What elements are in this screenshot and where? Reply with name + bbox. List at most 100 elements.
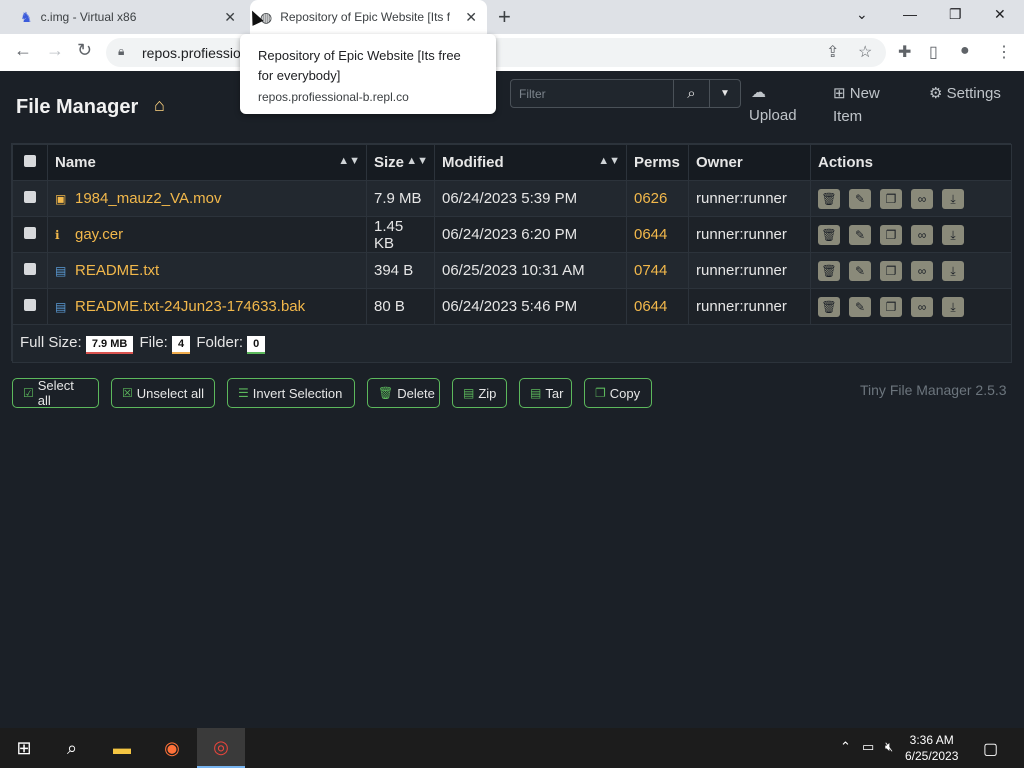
file-perms-link[interactable]: 0644 [626, 288, 689, 325]
trash-icon[interactable]: 🗑︎ [818, 224, 840, 245]
column-size[interactable]: Size ▲▼ [366, 144, 435, 181]
upload-link[interactable]: ☁ Upload [749, 81, 797, 127]
menu-kebab-icon[interactable]: ⋮ [996, 42, 1012, 62]
file-name-link[interactable]: README.txt-24Jun23-174633.bak [75, 298, 305, 315]
search-icon[interactable]: ⌕ [48, 728, 96, 768]
row-checkbox[interactable] [24, 263, 36, 275]
browser-toolbar: ← → ↻ 🔒︎ repos.profiessio ⇪ ☆ ✚ ▯ ● ⋮ [0, 34, 1024, 71]
minimize-button[interactable]: — [903, 6, 917, 22]
download-icon[interactable]: ⤓ [942, 260, 964, 281]
file-name-link[interactable]: README.txt [75, 262, 159, 279]
download-icon[interactable]: ⤓ [942, 296, 964, 317]
system-clock[interactable]: 3:36 AM 6/25/2023 [905, 732, 958, 764]
settings-link[interactable]: ⚙ Settings [929, 82, 1001, 105]
copy-button[interactable]: ❐ Copy [584, 378, 652, 408]
sort-icon[interactable]: ▲▼ [338, 155, 360, 167]
profile-avatar-icon[interactable]: ● [960, 42, 970, 60]
close-tab-icon[interactable]: ✕ [465, 9, 477, 26]
row-checkbox-cell[interactable] [12, 288, 48, 325]
copy-icon[interactable]: ❐ [880, 188, 902, 209]
delete-button[interactable]: 🗑︎ Delete [367, 378, 440, 408]
tar-button[interactable]: ▤ Tar [519, 378, 572, 408]
share-icon[interactable]: ⇪ [826, 42, 839, 62]
file-perms-link[interactable]: 0744 [626, 252, 689, 289]
tab-virtual-x86[interactable]: ♞ c.img - Virtual x86 ✕ [0, 0, 246, 34]
reload-button[interactable]: ↻ [77, 40, 92, 61]
new-item-link[interactable]: ⊞ New Item [833, 82, 880, 128]
tab-repository[interactable]: ◍ Repository of Epic Website [Its fr ✕ [250, 0, 487, 34]
link-icon[interactable]: ∞ [911, 224, 933, 245]
rename-icon[interactable]: ✎ [849, 296, 871, 317]
network-icon[interactable]: ▭ [862, 739, 874, 755]
link-icon[interactable]: ∞ [911, 296, 933, 317]
invert-selection-button[interactable]: ☰ Invert Selection [227, 378, 355, 408]
tab-search-chevron-icon[interactable]: ⌄ [856, 6, 868, 23]
new-tab-button[interactable]: + [498, 4, 511, 30]
side-panel-icon[interactable]: ▯ [929, 42, 938, 62]
copy-icon[interactable]: ❐ [880, 224, 902, 245]
file-name-cell[interactable]: ▣ 1984_mauz2_VA.mov [47, 180, 367, 217]
trash-icon[interactable]: 🗑︎ [818, 296, 840, 317]
close-window-button[interactable]: ✕ [994, 6, 1006, 23]
row-checkbox[interactable] [24, 227, 36, 239]
notification-icon[interactable]: ▢ [983, 739, 998, 759]
firefox-icon[interactable]: ◉ [148, 728, 196, 768]
forward-button[interactable]: → [46, 40, 64, 61]
file-name-cell[interactable]: ▤ README.txt [47, 252, 367, 289]
rename-icon[interactable]: ✎ [849, 224, 871, 245]
new-item-label-1: New [849, 85, 880, 102]
row-checkbox-cell[interactable] [12, 252, 48, 289]
file-perms-link[interactable]: 0626 [626, 180, 689, 217]
full-size-badge: 7.9 MB [85, 335, 134, 354]
address-bar[interactable]: 🔒︎ repos.profiessio [106, 38, 886, 67]
file-name-cell[interactable]: ℹ gay.cer [47, 216, 367, 253]
copy-icon[interactable]: ❐ [880, 296, 902, 317]
start-windows-icon[interactable]: ⊞ [0, 728, 48, 768]
file-name-cell[interactable]: ▤ README.txt-24Jun23-174633.bak [47, 288, 367, 325]
extensions-icon[interactable]: ✚ [898, 42, 911, 62]
file-perms-link[interactable]: 0644 [626, 216, 689, 253]
caret-down-icon[interactable]: ▼ [709, 80, 740, 107]
link-icon[interactable]: ∞ [911, 188, 933, 209]
bookmark-star-icon[interactable]: ☆ [858, 42, 872, 62]
volume-muted-icon[interactable]: 🔇︎ [885, 739, 893, 755]
sort-icon[interactable]: ▲▼ [406, 155, 428, 167]
trash-icon[interactable]: 🗑︎ [818, 188, 840, 209]
header-checkbox[interactable] [24, 155, 36, 167]
file-owner: runner:runner [688, 216, 811, 253]
chrome-icon[interactable]: ◎ [197, 728, 245, 768]
file-name-link[interactable]: gay.cer [75, 226, 123, 243]
link-icon[interactable]: ∞ [911, 260, 933, 281]
row-checkbox[interactable] [24, 299, 36, 311]
folder-count-badge: 0 [247, 335, 266, 354]
home-icon[interactable]: ⌂ [154, 95, 165, 116]
column-modified[interactable]: Modified ▲▼ [434, 144, 627, 181]
windows-taskbar: ⊞ ⌕ ▬ ◉ ◎ ⌃ ▭ 🔇︎ 3:36 AM 6/25/2023 ▢ [0, 728, 1024, 768]
trash-icon[interactable]: 🗑︎ [818, 260, 840, 281]
column-name[interactable]: Name ▲▼ [47, 144, 367, 181]
select-all-checkbox-cell[interactable] [12, 144, 48, 181]
column-modified-label: Modified [442, 154, 504, 171]
download-icon[interactable]: ⤓ [942, 188, 964, 209]
filter-input[interactable] [511, 80, 671, 107]
file-explorer-icon[interactable]: ▬ [98, 728, 146, 768]
restore-button[interactable]: ❐ [949, 6, 962, 23]
zip-button[interactable]: ▤ Zip [452, 378, 507, 408]
search-icon[interactable]: ⌕ [673, 80, 709, 107]
sort-icon[interactable]: ▲▼ [598, 155, 620, 167]
row-checkbox[interactable] [24, 191, 36, 203]
row-checkbox-cell[interactable] [12, 216, 48, 253]
close-tab-icon[interactable]: ✕ [224, 9, 236, 26]
back-button[interactable]: ← [14, 40, 32, 61]
chevron-up-icon[interactable]: ⌃ [840, 739, 851, 755]
row-checkbox-cell[interactable] [12, 180, 48, 217]
rename-icon[interactable]: ✎ [849, 188, 871, 209]
copy-icon[interactable]: ❐ [880, 260, 902, 281]
select-all-button[interactable]: ☑ Select all [12, 378, 99, 408]
row-actions: 🗑︎ ✎ ❐ ∞ ⤓ [810, 216, 1012, 253]
gear-icon: ⚙ [929, 85, 943, 102]
rename-icon[interactable]: ✎ [849, 260, 871, 281]
file-name-link[interactable]: 1984_mauz2_VA.mov [75, 190, 221, 207]
unselect-all-button[interactable]: ☒ Unselect all [111, 378, 215, 408]
download-icon[interactable]: ⤓ [942, 224, 964, 245]
